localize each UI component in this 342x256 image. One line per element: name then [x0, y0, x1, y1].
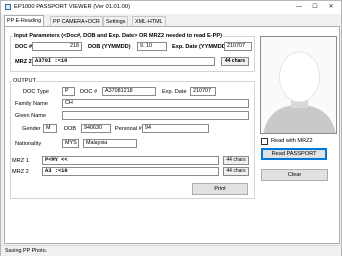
tab-panel: Input Parameters (<Doc#, DOB and Exp. Da… — [4, 26, 340, 244]
tab-strip: PP E-Reading PP CAMERA+OCR Settings XML-… — [4, 15, 340, 26]
dob-label: DOB (YYMMDD) — [88, 44, 131, 50]
passport-photo — [260, 36, 337, 134]
title-bar: EP1000 PASSPORT VIEWER (Ver 01.01.00) — … — [1, 1, 341, 14]
print-button[interactable]: Print — [192, 183, 248, 195]
input-mrz2-char-count: 44 chars — [221, 57, 249, 66]
personal-number-label: Personal # — [115, 126, 142, 132]
tab-pp-camera-ocr[interactable]: PP CAMERA+OCR — [50, 16, 103, 26]
tab-pp-e-reading[interactable]: PP E-Reading — [4, 15, 45, 26]
input-mrz2-field[interactable]: A370I :<10 — [32, 57, 215, 66]
nationality-name-field[interactable]: Malaysia — [83, 139, 137, 148]
personal-number-field[interactable]: 94 — [142, 124, 209, 133]
exp-date-label: Exp. Date (YYMMDD) — [172, 44, 228, 50]
read-with-mrz2-checkbox[interactable] — [261, 138, 268, 145]
face-placeholder-icon — [261, 37, 336, 133]
output-exp-date-label: Exp. Date — [162, 89, 187, 95]
close-button[interactable]: ✕ — [325, 2, 337, 12]
given-name-label: Given Name — [15, 113, 47, 119]
tab-settings[interactable]: Settings — [103, 16, 129, 26]
nationality-code-field[interactable]: MYS — [62, 139, 79, 148]
app-window: EP1000 PASSPORT VIEWER (Ver 01.01.00) — … — [0, 0, 342, 256]
input-mrz2-label: MRZ 2 — [15, 59, 32, 65]
output-mrz1-char-count: 44 chars — [223, 156, 249, 165]
output-dob-label: DOB — [64, 126, 77, 132]
doc-number-input[interactable]: 218 — [32, 42, 82, 51]
maximize-button[interactable]: ☐ — [309, 2, 321, 12]
family-name-label: Family Name — [15, 101, 48, 107]
input-parameters-title: Input Parameters (<Doc#, DOB and Exp. Da… — [13, 32, 223, 40]
output-mrz1-label: MRZ 1 — [12, 158, 29, 164]
status-text: Saving PP Photo. — [5, 248, 48, 254]
output-doc-number-field[interactable]: A37081218 — [102, 87, 156, 96]
nationality-label: Nationality — [15, 141, 42, 147]
exp-date-input[interactable]: 210707 — [224, 42, 252, 51]
output-mrz1-field[interactable]: P<MY << — [42, 156, 219, 165]
tab-xml-html[interactable]: XML-HTML — [132, 16, 166, 26]
minimize-button[interactable]: — — [293, 2, 305, 12]
family-name-field[interactable]: CH — [62, 99, 249, 108]
gender-label: Gender — [22, 126, 41, 132]
dob-input[interactable]: 9. 10 — [137, 42, 167, 51]
output-mrz2-field[interactable]: A3 :<10 — [42, 167, 219, 176]
output-title: OUTPUT — [12, 77, 37, 85]
doc-type-field[interactable]: P — [62, 87, 75, 96]
window-title: EP1000 PASSPORT VIEWER (Ver 01.01.00) — [14, 4, 130, 10]
output-mrz2-label: MRZ 2 — [12, 169, 29, 175]
gender-field[interactable]: M — [43, 124, 57, 133]
output-dob-field[interactable]: 940630 — [81, 124, 111, 133]
output-doc-number-label: DOC # — [80, 89, 98, 95]
output-mrz2-char-count: 44 chars — [223, 167, 249, 176]
status-bar: Saving PP Photo. — [1, 245, 341, 256]
app-icon — [5, 4, 11, 10]
given-name-field[interactable] — [62, 111, 249, 120]
read-passport-button[interactable]: Read PASSPORT — [261, 148, 327, 160]
read-with-mrz2-label: Read with MRZ2 — [271, 138, 313, 144]
doc-number-label: DOC # — [15, 44, 33, 50]
clear-button[interactable]: Clear — [261, 169, 328, 181]
output-exp-date-field[interactable]: 210707 — [190, 87, 216, 96]
doc-type-label: DOC Type — [23, 89, 50, 95]
